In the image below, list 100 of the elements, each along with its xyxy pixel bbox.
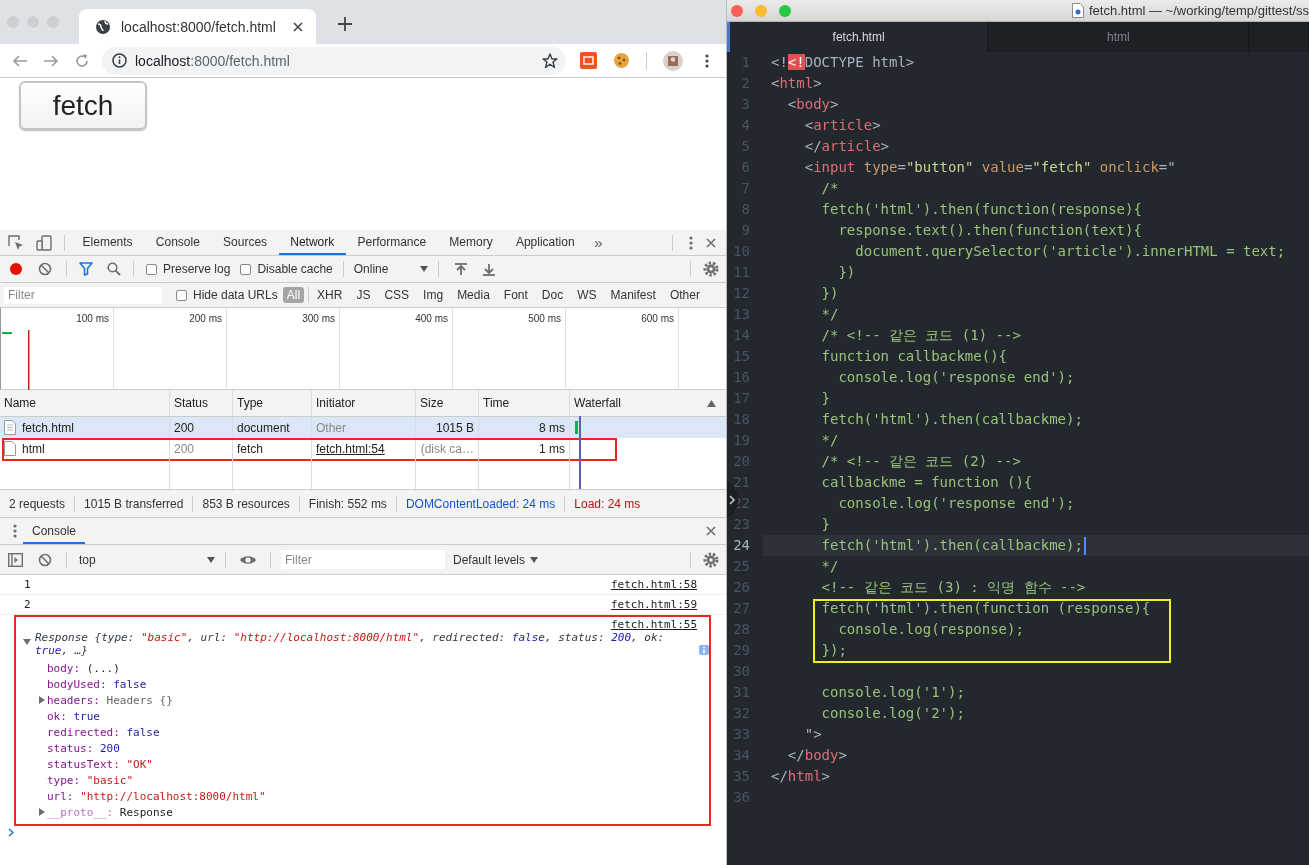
table-cell: Other [312, 417, 416, 438]
record-icon[interactable] [9, 262, 23, 276]
request-row[interactable]: html 200 fetch fetch.html:54 (disk ca… 1 ms [0, 438, 726, 459]
code-line: <input type="button" value="fetch" onclick=" [803, 158, 1176, 177]
cookie-icon[interactable] [613, 52, 630, 69]
filter-field[interactable]: Filter [281, 550, 445, 569]
expanded-arrow-icon[interactable] [23, 638, 31, 646]
context-dropdown[interactable]: top [73, 552, 219, 567]
star-icon[interactable] [542, 52, 558, 69]
clear-icon[interactable] [38, 552, 52, 567]
device-toolbar-icon[interactable] [36, 234, 52, 251]
code-line: <html> [771, 74, 822, 93]
type-filter[interactable]: Manifest [606, 287, 660, 303]
object-property: redirected: false [47, 725, 160, 739]
panel-tab[interactable]: Performance [345, 230, 438, 255]
throttling-dropdown[interactable]: Online [349, 262, 432, 276]
inspect-icon[interactable] [8, 234, 24, 251]
more-tabs-button[interactable]: » [594, 234, 603, 251]
close-icon[interactable] [292, 20, 304, 33]
filter-icon[interactable] [79, 262, 93, 276]
log-levels-dropdown[interactable]: Default levels [453, 552, 539, 567]
initiator-link[interactable]: fetch.html:54 [316, 441, 385, 456]
panel-tab[interactable]: Console [144, 230, 212, 255]
object-property: url: "http://localhost:8000/html" [47, 789, 266, 803]
clear-icon[interactable] [38, 262, 52, 276]
column-header[interactable]: Status [170, 390, 233, 416]
drawer-menu-icon[interactable] [13, 524, 17, 538]
code-line: }) [837, 263, 856, 282]
caret-icon [530, 556, 539, 563]
hide-data-urls-checkbox[interactable]: Hide data URLs [176, 288, 278, 302]
request-row[interactable]: fetch.html 200 document Other 1015 B 8 ms [0, 417, 726, 438]
eye-icon[interactable] [240, 554, 256, 565]
preserve-log-checkbox[interactable]: Preserve log [146, 262, 231, 276]
column-header[interactable]: Type [233, 390, 312, 416]
type-filter[interactable]: Doc [537, 287, 568, 303]
search-icon[interactable] [107, 262, 121, 276]
status-text: 2 requests [0, 495, 76, 512]
browser-tab[interactable]: localhost:8000/fetch.html [79, 9, 316, 44]
source-link[interactable]: fetch.html:59 [610, 598, 697, 611]
source-link[interactable]: fetch.html:58 [610, 578, 697, 591]
panel-tab[interactable]: Elements [71, 230, 145, 255]
type-filter[interactable]: Media [453, 287, 494, 303]
code-line: fetch('html').then(function (response){ [820, 599, 1151, 618]
settings-icon[interactable] [703, 551, 719, 568]
new-tab-icon[interactable] [338, 17, 352, 31]
settings-icon[interactable] [703, 261, 719, 277]
column-header[interactable]: Waterfall [574, 396, 621, 410]
code-line: /* <!-- 같은 코드 (1) --> [820, 326, 1021, 345]
code-line: } [820, 389, 830, 408]
code-line: */ [820, 431, 839, 450]
back-icon[interactable] [12, 53, 28, 68]
code-line: <body> [786, 95, 839, 114]
type-filter[interactable]: Font [499, 287, 532, 303]
column-header[interactable]: Size [416, 390, 479, 416]
panel-tab[interactable]: Memory [437, 230, 505, 255]
type-filter[interactable]: Other [665, 287, 704, 303]
forward-icon[interactable] [43, 53, 59, 68]
type-filter[interactable]: CSS [380, 287, 414, 303]
address-bar[interactable]: localhost:8000/fetch.html [102, 46, 566, 75]
globe-icon [95, 18, 111, 35]
source-link[interactable]: fetch.html:55 [610, 618, 697, 631]
close-icon[interactable] [705, 525, 717, 537]
status-text: Load: 24 ms [573, 495, 642, 512]
editor-tab[interactable]: fetch.html [727, 22, 989, 52]
sort-icon[interactable] [707, 399, 716, 407]
sidebar-toggle-icon[interactable] [8, 552, 23, 567]
more-options-icon[interactable] [689, 235, 693, 250]
column-header[interactable]: Initiator [312, 390, 416, 416]
type-filter[interactable]: XHR [313, 287, 347, 303]
window-controls-icon[interactable] [731, 4, 791, 17]
text-cursor [1083, 536, 1086, 555]
import-icon[interactable] [454, 262, 467, 276]
menu-icon[interactable] [705, 53, 709, 68]
fetch-button[interactable]: fetch [19, 81, 147, 130]
avatar-icon[interactable] [663, 50, 683, 71]
type-filter[interactable]: WS [573, 287, 601, 303]
tick-label: 500 ms [528, 313, 561, 324]
code-line: */ [820, 305, 839, 324]
status-text: 853 B resources [193, 495, 300, 512]
document-icon [1072, 3, 1084, 18]
column-header[interactable]: Time [479, 390, 570, 416]
code-line: }) [820, 284, 839, 303]
export-icon[interactable] [482, 262, 495, 276]
column-header[interactable]: Name [0, 390, 170, 416]
type-filter[interactable]: JS [352, 287, 375, 303]
filter-field[interactable]: Filter [4, 286, 162, 304]
code-line: console.log('response end'); [837, 494, 1075, 513]
collapsed-arrow-icon[interactable] [38, 808, 46, 816]
panel-tab[interactable]: Application [504, 230, 587, 255]
collapsed-arrow-icon[interactable] [38, 696, 46, 704]
tick-label: 300 ms [302, 313, 335, 324]
close-icon[interactable] [705, 236, 717, 249]
type-filter[interactable]: Img [419, 287, 448, 303]
extension-icon[interactable] [580, 52, 597, 69]
tick-label: 600 ms [641, 313, 674, 324]
disable-cache-checkbox[interactable]: Disable cache [240, 262, 333, 276]
panel-tab[interactable]: Sources [211, 230, 279, 255]
table-cell: 8 ms [479, 417, 570, 438]
reload-icon[interactable] [74, 52, 90, 69]
file-icon [4, 420, 16, 435]
